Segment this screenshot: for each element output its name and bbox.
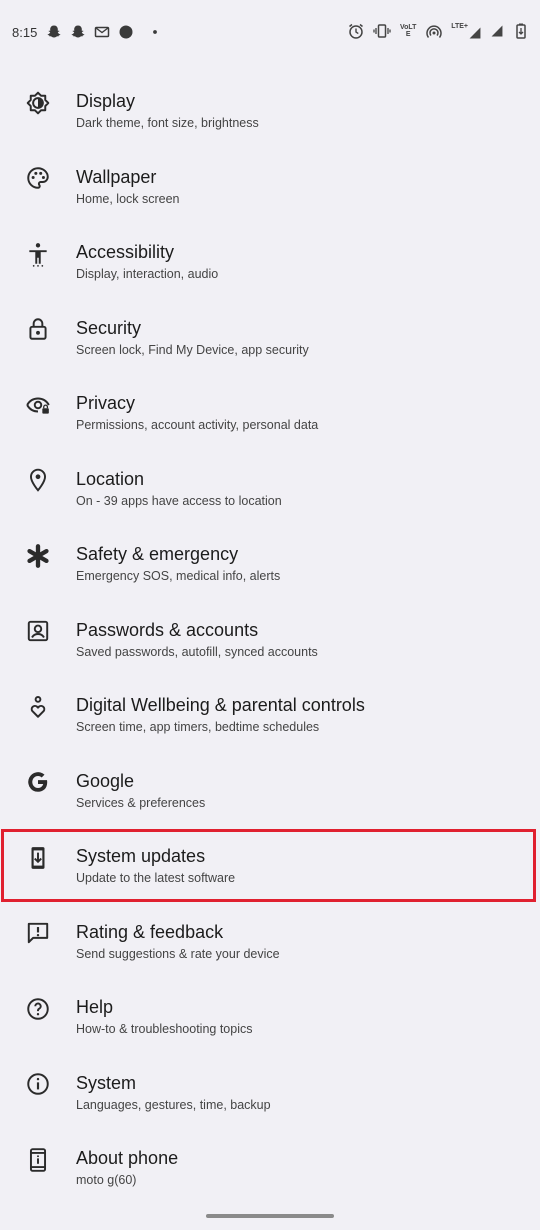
setting-title: System: [76, 1072, 137, 1093]
circle-icon: [119, 25, 133, 39]
setting-subtitle: Update to the latest software: [76, 871, 236, 885]
message-icon: [94, 26, 110, 38]
setting-subtitle: Emergency SOS, medical info, alerts: [76, 569, 281, 583]
setting-title: Passwords & accounts: [76, 619, 259, 640]
setting-help[interactable]: Help How-to & troubleshooting topics: [0, 971, 540, 1047]
battery-icon: [516, 23, 526, 39]
setting-subtitle: moto g(60): [76, 1173, 137, 1187]
setting-passwords-accounts[interactable]: Passwords & accounts Saved passwords, au…: [0, 594, 540, 670]
snapchat-icon: [71, 25, 85, 38]
setting-title: Wallpaper: [76, 166, 157, 187]
setting-title: Rating & feedback: [76, 921, 224, 942]
feedback-icon: [24, 919, 52, 947]
setting-title: Location: [76, 468, 145, 489]
hotspot-icon: [426, 25, 442, 38]
setting-title: Help: [76, 997, 114, 1017]
asterisk-icon: [24, 542, 52, 570]
google-g-icon: [24, 768, 52, 796]
settings-list: Display Dark theme, font size, brightnes…: [0, 65, 540, 1198]
wellbeing-heart-icon: [24, 693, 52, 721]
volte-icon: VoLTE: [399, 24, 417, 38]
accessibility-icon: [24, 240, 52, 268]
setting-security[interactable]: Security Screen lock, Find My Device, ap…: [0, 292, 540, 368]
system-status-icons: VoLTE LTE+: [347, 22, 530, 40]
info-icon: [24, 1070, 52, 1098]
setting-title: System updates: [76, 846, 206, 866]
setting-display[interactable]: Display Dark theme, font size, brightnes…: [0, 65, 540, 141]
setting-system-updates[interactable]: System updates Update to the latest soft…: [0, 820, 540, 896]
setting-subtitle: Languages, gestures, time, backup: [76, 1097, 271, 1112]
dot-icon: [153, 30, 157, 34]
system-update-icon: [24, 844, 52, 872]
lte-label: LTE+: [451, 22, 468, 30]
setting-subtitle: Dark theme, font size, brightness: [76, 116, 259, 130]
setting-accessibility[interactable]: Accessibility Display, interaction, audi…: [0, 216, 540, 292]
vibrate-icon: [373, 24, 391, 38]
notification-icons: [46, 24, 160, 40]
setting-title: Accessibility: [76, 242, 175, 262]
setting-subtitle: On - 39 apps have access to location: [76, 493, 282, 508]
setting-google[interactable]: Google Services & preferences: [0, 745, 540, 821]
setting-title: Google: [76, 770, 135, 791]
alarm-icon: [349, 23, 364, 39]
setting-title: Privacy: [76, 393, 136, 413]
setting-title: About phone: [76, 1148, 179, 1168]
account-box-icon: [24, 617, 52, 645]
setting-rating-feedback[interactable]: Rating & feedback Send suggestions & rat…: [0, 896, 540, 972]
setting-privacy[interactable]: Privacy Permissions, account activity, p…: [0, 367, 540, 443]
setting-safety-emergency[interactable]: Safety & emergency Emergency SOS, medica…: [0, 518, 540, 594]
privacy-eye-icon: [24, 391, 52, 419]
location-pin-icon: [24, 466, 52, 494]
setting-subtitle: How-to & troubleshooting topics: [76, 1022, 253, 1036]
setting-wallpaper[interactable]: Wallpaper Home, lock screen: [0, 141, 540, 217]
signal-lte-icon: [469, 27, 481, 38]
setting-subtitle: Send suggestions & rate your device: [76, 946, 280, 961]
setting-subtitle: Permissions, account activity, personal …: [76, 418, 319, 432]
setting-subtitle: Display, interaction, audio: [76, 267, 219, 281]
snapchat-icon: [47, 25, 61, 38]
help-icon: [24, 995, 52, 1023]
display-brightness-icon: [24, 89, 52, 117]
setting-subtitle: Saved passwords, autofill, synced accoun…: [76, 644, 318, 659]
setting-system[interactable]: System Languages, gestures, time, backup: [0, 1047, 540, 1123]
status-time: 8:15: [12, 25, 38, 40]
phone-info-icon: [24, 1146, 52, 1174]
setting-title: Security: [76, 317, 142, 338]
setting-title: Digital Wellbeing & parental controls: [76, 695, 365, 715]
setting-subtitle: Screen time, app timers, bedtime schedul…: [76, 720, 320, 734]
setting-subtitle: Screen lock, Find My Device, app securit…: [76, 342, 309, 357]
setting-title: Safety & emergency: [76, 544, 239, 564]
palette-icon: [24, 164, 52, 192]
setting-title: Display: [76, 91, 136, 111]
setting-location[interactable]: Location On - 39 apps have access to loc…: [0, 443, 540, 519]
setting-about-phone[interactable]: About phone moto g(60): [0, 1122, 540, 1198]
setting-subtitle: Home, lock screen: [76, 191, 180, 206]
setting-digital-wellbeing[interactable]: Digital Wellbeing & parental controls Sc…: [0, 669, 540, 745]
status-bar: 8:15 VoLTE LTE+: [0, 0, 540, 66]
lock-icon: [24, 315, 52, 343]
setting-subtitle: Services & preferences: [76, 795, 206, 810]
signal-icon: [491, 25, 503, 37]
gesture-home-bar[interactable]: [206, 1214, 334, 1218]
